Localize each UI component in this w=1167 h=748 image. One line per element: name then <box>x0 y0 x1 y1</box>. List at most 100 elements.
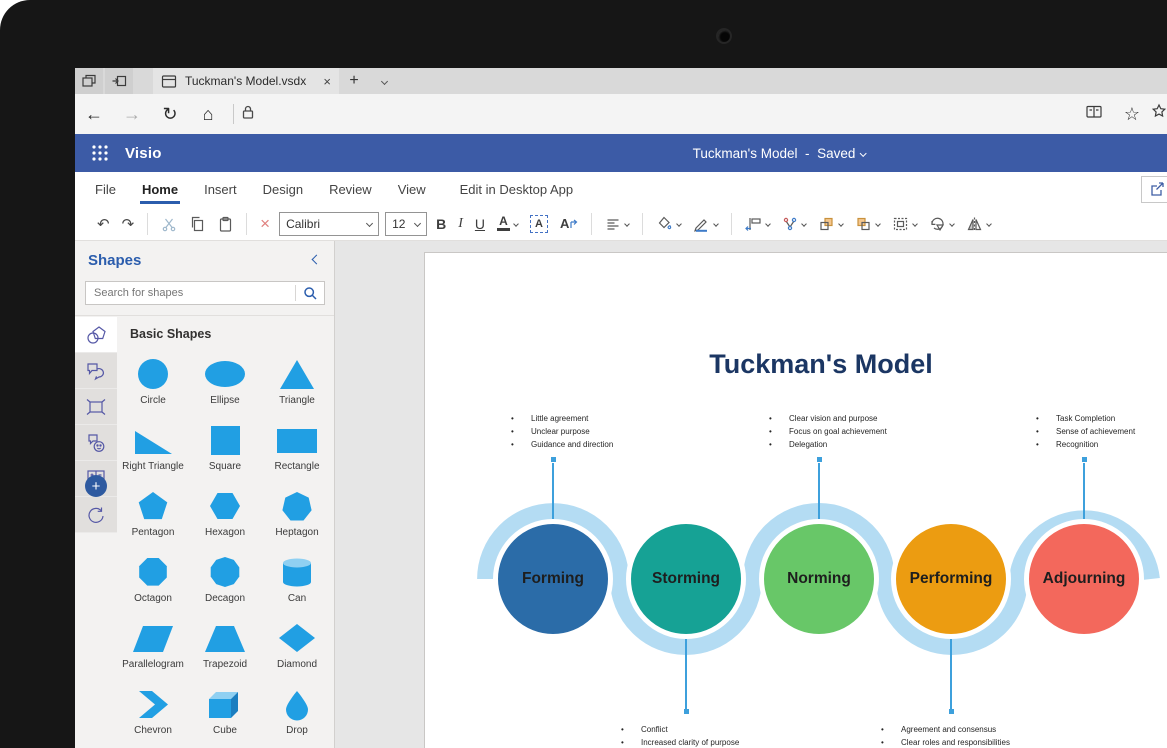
favorite-button[interactable]: ☆ <box>1113 104 1151 125</box>
notes-norming[interactable]: •Clear vision and purpose •Focus on goal… <box>769 412 887 451</box>
send-backward-button[interactable] <box>855 216 880 232</box>
shape-can[interactable]: Can <box>261 551 333 617</box>
italic-button[interactable]: I <box>458 216 463 232</box>
octagon-shape-icon <box>131 556 175 590</box>
tab-home[interactable]: Home <box>140 173 180 206</box>
shape-right-triangle[interactable]: Right Triangle <box>117 419 189 485</box>
stage-adjourning[interactable]: Adjourning <box>1024 519 1144 639</box>
shape-ellipse[interactable]: Ellipse <box>189 353 261 419</box>
stage-forming[interactable]: Forming <box>493 519 613 639</box>
shape-pentagon[interactable]: Pentagon <box>117 485 189 551</box>
send-backward-icon <box>855 216 872 232</box>
shape-decagon[interactable]: Decagon <box>189 551 261 617</box>
align-shapes-button[interactable] <box>745 216 770 232</box>
tab-design[interactable]: Design <box>261 173 305 206</box>
notes-storming[interactable]: •Conflict •Increased clarity of purpose … <box>621 723 739 748</box>
search-button[interactable] <box>296 286 324 301</box>
stencil-basic-shapes[interactable] <box>75 317 117 353</box>
notes-performing[interactable]: •Agreement and consensus •Clear roles an… <box>881 723 1010 748</box>
shape-chevron[interactable]: Chevron <box>117 683 189 748</box>
back-button[interactable]: ← <box>75 104 113 125</box>
notes-forming[interactable]: •Little agreement •Unclear purpose •Guid… <box>511 412 613 451</box>
save-status: Saved <box>817 146 855 161</box>
stencil-banner[interactable] <box>75 389 117 425</box>
app-launcher-waffle-icon[interactable] <box>91 144 109 162</box>
shape-grid: Circle Ellipse Triangle Right Triangle <box>117 353 335 748</box>
font-name-dropdown[interactable]: Calibri <box>279 212 379 236</box>
parallelogram-shape-icon <box>131 622 175 656</box>
fill-color-button[interactable] <box>656 216 681 232</box>
shape-parallelogram[interactable]: Parallelogram <box>117 617 189 683</box>
underline-button[interactable]: U <box>475 216 485 232</box>
home-button[interactable]: ⌂ <box>189 104 227 125</box>
flip-button[interactable] <box>966 216 991 232</box>
text-block-button[interactable]: A <box>530 215 548 233</box>
formatting-toolbar: ↶ ↷ × Calibri <box>75 207 1167 241</box>
new-tab-button[interactable]: + <box>339 68 369 94</box>
add-stencil-button[interactable]: + <box>85 475 107 497</box>
shape-hexagon[interactable]: Hexagon <box>189 485 261 551</box>
stage-performing[interactable]: Performing <box>891 519 1011 639</box>
tab-review[interactable]: Review <box>327 173 374 206</box>
shape-search-input[interactable] <box>86 287 295 299</box>
tab-file[interactable]: File <box>93 173 118 206</box>
text-align-button[interactable] <box>605 216 629 232</box>
paste-button[interactable] <box>217 216 233 232</box>
tab-edit-in-desktop-app[interactable]: Edit in Desktop App <box>458 173 575 206</box>
shape-triangle[interactable]: Triangle <box>261 353 333 419</box>
set-tabs-aside-button[interactable] <box>105 68 133 94</box>
stencil-callouts[interactable] <box>75 353 117 389</box>
line-color-button[interactable] <box>693 216 718 232</box>
drawing-canvas[interactable]: Tuckman's Model <box>335 241 1167 748</box>
drawing-page[interactable]: Tuckman's Model <box>424 252 1167 748</box>
tab-close-icon[interactable]: × <box>323 74 331 89</box>
font-size-dropdown[interactable]: 12 <box>385 212 427 236</box>
clear-formatting-button[interactable]: A <box>560 216 578 231</box>
basic-shapes-icon <box>85 324 107 346</box>
notes-adjourning[interactable]: •Task Completion •Sense of achievement •… <box>1036 412 1135 451</box>
connector-dot <box>949 709 954 714</box>
redo-button[interactable]: ↷ <box>122 215 135 233</box>
rotate-button[interactable] <box>929 216 954 232</box>
shape-cube[interactable]: Cube <box>189 683 261 748</box>
browser-tab[interactable]: Tuckman's Model.vsdx × <box>153 68 339 94</box>
tab-insert[interactable]: Insert <box>202 173 239 206</box>
reading-view-button[interactable] <box>1075 103 1113 125</box>
stencil-balloons[interactable] <box>75 425 117 461</box>
stencil-section-title[interactable]: Basic Shapes <box>130 327 211 341</box>
square-shape-icon <box>203 424 247 458</box>
copy-button[interactable] <box>189 216 205 232</box>
shape-square[interactable]: Square <box>189 419 261 485</box>
shape-drop[interactable]: Drop <box>261 683 333 748</box>
hub-favorites-button[interactable] <box>1151 103 1167 126</box>
tab-preview-button[interactable] <box>75 68 103 94</box>
undo-button[interactable]: ↶ <box>97 215 110 233</box>
bring-forward-button[interactable] <box>818 216 843 232</box>
stencil-cycle-arrows[interactable] <box>75 497 117 533</box>
delete-button[interactable]: × <box>260 214 270 234</box>
share-button[interactable] <box>1141 176 1167 203</box>
shape-octagon[interactable]: Octagon <box>117 551 189 617</box>
align-shapes-icon <box>745 216 762 232</box>
bold-button[interactable]: B <box>436 216 446 232</box>
shape-trapezoid[interactable]: Trapezoid <box>189 617 261 683</box>
shape-circle[interactable]: Circle <box>117 353 189 419</box>
chevron-down-icon <box>513 221 519 227</box>
group-button[interactable] <box>892 216 917 232</box>
collapse-panel-chevron-icon[interactable] <box>312 255 322 265</box>
shape-search-box <box>85 281 325 305</box>
stage-norming[interactable]: Norming <box>759 519 879 639</box>
shape-heptagon[interactable]: Heptagon <box>261 485 333 551</box>
cut-button[interactable] <box>161 216 177 232</box>
document-title-status[interactable]: Tuckman's Model - Saved <box>693 146 866 161</box>
connector-layout-button[interactable] <box>782 216 806 232</box>
stage-storming[interactable]: Storming <box>626 519 746 639</box>
forward-button[interactable]: → <box>113 104 151 125</box>
refresh-button[interactable]: ↻ <box>151 104 189 125</box>
font-color-icon: A <box>497 216 510 231</box>
shape-rectangle[interactable]: Rectangle <box>261 419 333 485</box>
tab-list-dropdown[interactable] <box>369 68 399 94</box>
font-color-button[interactable]: A <box>497 216 518 231</box>
shape-diamond[interactable]: Diamond <box>261 617 333 683</box>
tab-view[interactable]: View <box>396 173 428 206</box>
